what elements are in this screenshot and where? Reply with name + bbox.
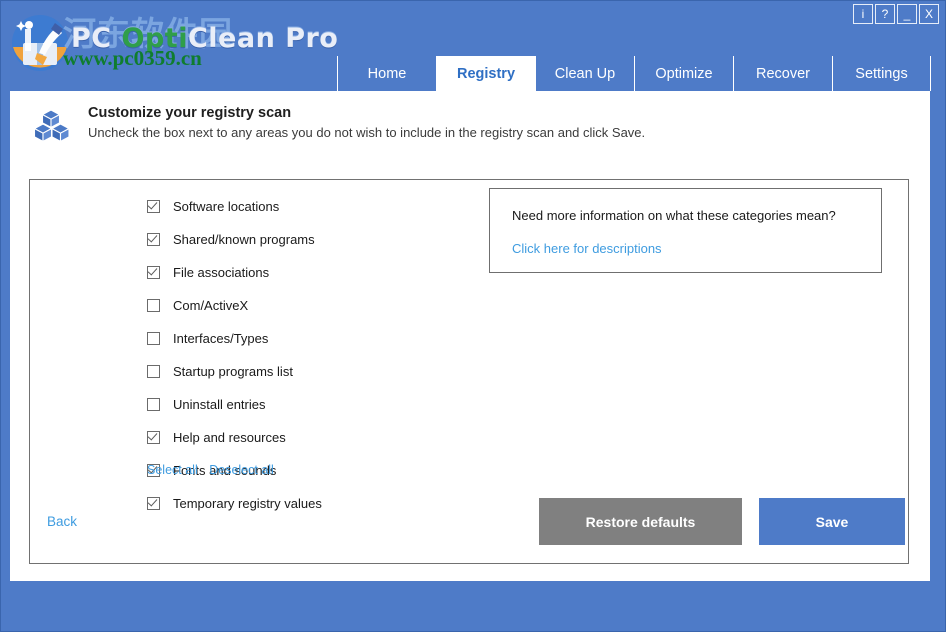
application-window: 河东软件园 PC OptiClean Pro www.pc0359.cn i ?… — [0, 0, 946, 632]
checkbox-interfaces-types[interactable] — [147, 332, 160, 345]
tab-recover[interactable]: Recover — [733, 56, 832, 91]
close-button[interactable]: X — [919, 4, 939, 24]
checkbox-row-interfaces-types[interactable]: Interfaces/Types — [147, 325, 467, 351]
checkbox-label: Software locations — [173, 199, 279, 214]
page-header: Customize your registry scan Uncheck the… — [32, 103, 645, 147]
help-button[interactable]: ? — [875, 4, 895, 24]
restore-defaults-button[interactable]: Restore defaults — [539, 498, 742, 545]
cubes-icon — [32, 107, 72, 147]
minimize-button[interactable]: _ — [897, 4, 917, 24]
checkbox-label: Uninstall entries — [173, 397, 266, 412]
panel-footer: Back Restore defaults Save — [30, 467, 908, 563]
checkbox-label: Com/ActiveX — [173, 298, 248, 313]
save-button[interactable]: Save — [759, 498, 905, 545]
back-link[interactable]: Back — [47, 514, 77, 529]
tab-home[interactable]: Home — [337, 56, 436, 91]
descriptions-link[interactable]: Click here for descriptions — [512, 241, 662, 256]
tab-settings[interactable]: Settings — [832, 56, 931, 91]
checkbox-file-associations[interactable] — [147, 266, 160, 279]
title-bar: 河东软件园 PC OptiClean Pro www.pc0359.cn i ?… — [1, 1, 946, 91]
tab-optimize[interactable]: Optimize — [634, 56, 733, 91]
app-logo-icon — [9, 13, 71, 73]
checkbox-com-activex[interactable] — [147, 299, 160, 312]
window-controls: i ? _ X — [853, 4, 939, 24]
checkbox-row-software-locations[interactable]: Software locations — [147, 193, 467, 219]
checkbox-label: File associations — [173, 265, 269, 280]
info-box: Need more information on what these cate… — [489, 188, 882, 273]
checkbox-row-shared-known-programs[interactable]: Shared/known programs — [147, 226, 467, 252]
checkbox-help-and-resources[interactable] — [147, 431, 160, 444]
checkbox-startup-programs-list[interactable] — [147, 365, 160, 378]
checkbox-row-help-and-resources[interactable]: Help and resources — [147, 424, 467, 450]
site-url-watermark: www.pc0359.cn — [63, 46, 202, 71]
page-header-text: Customize your registry scan Uncheck the… — [88, 103, 645, 140]
checkbox-row-uninstall-entries[interactable]: Uninstall entries — [147, 391, 467, 417]
page-title: Customize your registry scan — [88, 105, 645, 121]
main-tab-bar: Home Registry Clean Up Optimize Recover … — [337, 56, 931, 91]
checkbox-software-locations[interactable] — [147, 200, 160, 213]
checkbox-label: Help and resources — [173, 430, 286, 445]
tab-clean-up[interactable]: Clean Up — [535, 56, 634, 91]
registry-options-panel: Software locations Shared/known programs… — [29, 179, 909, 564]
info-box-question: Need more information on what these cate… — [512, 208, 836, 223]
checkbox-row-com-activex[interactable]: Com/ActiveX — [147, 292, 467, 318]
app-title-suffix: Clean Pro — [188, 23, 338, 54]
content-surface: Customize your registry scan Uncheck the… — [10, 91, 930, 581]
checkbox-label: Startup programs list — [173, 364, 293, 379]
checkbox-shared-known-programs[interactable] — [147, 233, 160, 246]
checkbox-row-startup-programs-list[interactable]: Startup programs list — [147, 358, 467, 384]
checkbox-label: Interfaces/Types — [173, 331, 268, 346]
tab-registry[interactable]: Registry — [436, 56, 535, 91]
checkbox-uninstall-entries[interactable] — [147, 398, 160, 411]
info-button[interactable]: i — [853, 4, 873, 24]
page-subtitle: Uncheck the box next to any areas you do… — [88, 125, 645, 140]
checkbox-label: Shared/known programs — [173, 232, 315, 247]
checkbox-row-file-associations[interactable]: File associations — [147, 259, 467, 285]
